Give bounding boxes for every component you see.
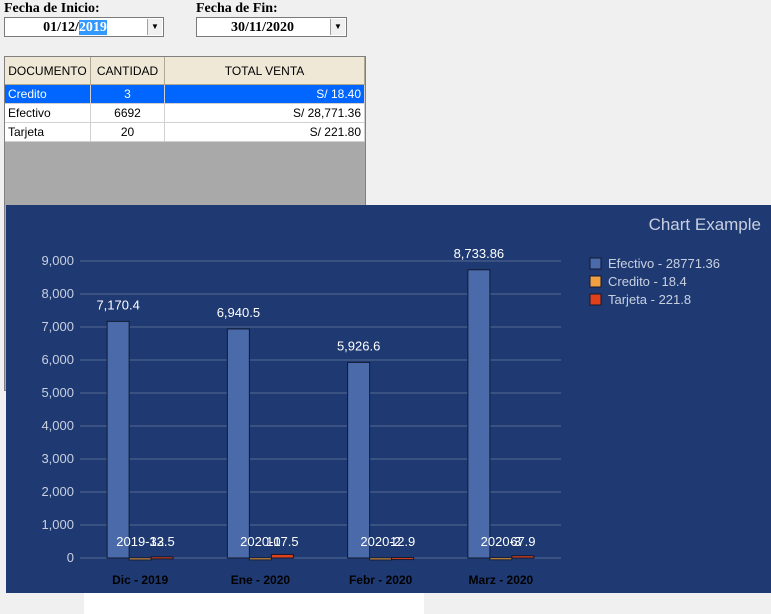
- cell-cantidad: 3: [91, 85, 165, 104]
- data-label: 5,926.6: [337, 338, 380, 353]
- table-row[interactable]: Tarjeta 20 S/ 221.80: [5, 123, 365, 142]
- legend-entry: Efectivo - 28771.36: [608, 256, 720, 271]
- x-axis-label-strip: [84, 593, 424, 614]
- y-tick-label: 8,000: [41, 286, 74, 301]
- cell-total: S/ 18.40: [165, 85, 365, 104]
- y-tick-label: 7,000: [41, 319, 74, 334]
- bar-credito: [248, 557, 272, 561]
- y-tick-label: 3,000: [41, 451, 74, 466]
- data-label: 6,940.5: [217, 305, 260, 320]
- bar-chart: 0 1,000 2,000 3,000 4,000 5,000 6,000 7,000 8,00…: [41, 246, 720, 565]
- bar-credito: [489, 557, 513, 561]
- bar-tarjeta: [391, 557, 415, 561]
- end-date-picker[interactable]: 30/11/2020 ▼: [196, 17, 347, 37]
- table-row[interactable]: Credito 3 S/ 18.40: [5, 85, 365, 104]
- bar-efectivo: [347, 361, 371, 559]
- legend-swatch: [589, 257, 602, 270]
- bar-tarjeta: [150, 556, 174, 560]
- column-header-total-venta[interactable]: TOTAL VENTA: [165, 57, 365, 85]
- end-date-text: 30/11/2020: [230, 20, 294, 35]
- table-row[interactable]: Efectivo 6692 S/ 28,771.36: [5, 104, 365, 123]
- cell-documento: Credito: [5, 85, 91, 104]
- data-label: 33.5: [149, 534, 174, 549]
- bar-efectivo: [106, 320, 130, 559]
- data-label: 67.9: [510, 534, 535, 549]
- bar-efectivo: [226, 328, 250, 559]
- start-date-label: Fecha de Inicio:: [4, 1, 100, 16]
- column-header-documento[interactable]: DOCUMENTO: [5, 57, 91, 85]
- y-tick-label: 1,000: [41, 517, 74, 532]
- cell-cantidad: 20: [91, 123, 165, 142]
- cell-documento: Efectivo: [5, 104, 91, 123]
- bar-credito: [128, 557, 152, 561]
- cell-total: S/ 28,771.36: [165, 104, 365, 123]
- y-tick-label: 6,000: [41, 352, 74, 367]
- y-tick-label: 5,000: [41, 385, 74, 400]
- data-label: 12.9: [390, 534, 415, 549]
- bar-tarjeta: [270, 553, 294, 559]
- legend-swatch: [589, 275, 602, 288]
- legend-swatch: [589, 293, 602, 306]
- end-date-dropdown-icon[interactable]: ▼: [330, 19, 345, 35]
- y-tick-label: 2,000: [41, 484, 74, 499]
- data-label: 107.5: [266, 534, 299, 549]
- chart-panel: Chart Example 0 1,000 2,000 3,000 4,000 5,000…: [6, 205, 771, 593]
- cell-total: S/ 221.80: [165, 123, 365, 142]
- bar-tarjeta: [511, 555, 535, 559]
- y-tick-label: 0: [67, 550, 74, 565]
- bar-efectivo: [467, 269, 491, 559]
- start-date-text: 01/12/: [43, 20, 79, 35]
- data-label: 8,733.86: [454, 246, 505, 261]
- column-header-cantidad[interactable]: CANTIDAD: [91, 57, 165, 85]
- data-label: 7,170.4: [96, 297, 139, 312]
- bar-credito: [369, 557, 393, 561]
- legend-entry: Tarjeta - 221.8: [608, 292, 691, 307]
- start-date-picker[interactable]: 01/12/2019 ▼: [4, 17, 164, 37]
- end-date-label: Fecha de Fin:: [196, 1, 278, 16]
- start-date-dropdown-icon[interactable]: ▼: [147, 19, 162, 35]
- y-tick-label: 9,000: [41, 253, 74, 268]
- start-date-selected-year: 2019: [78, 20, 107, 35]
- legend-entry: Credito - 18.4: [608, 274, 687, 289]
- y-tick-label: 4,000: [41, 418, 74, 433]
- cell-documento: Tarjeta: [5, 123, 91, 142]
- cell-cantidad: 6692: [91, 104, 165, 123]
